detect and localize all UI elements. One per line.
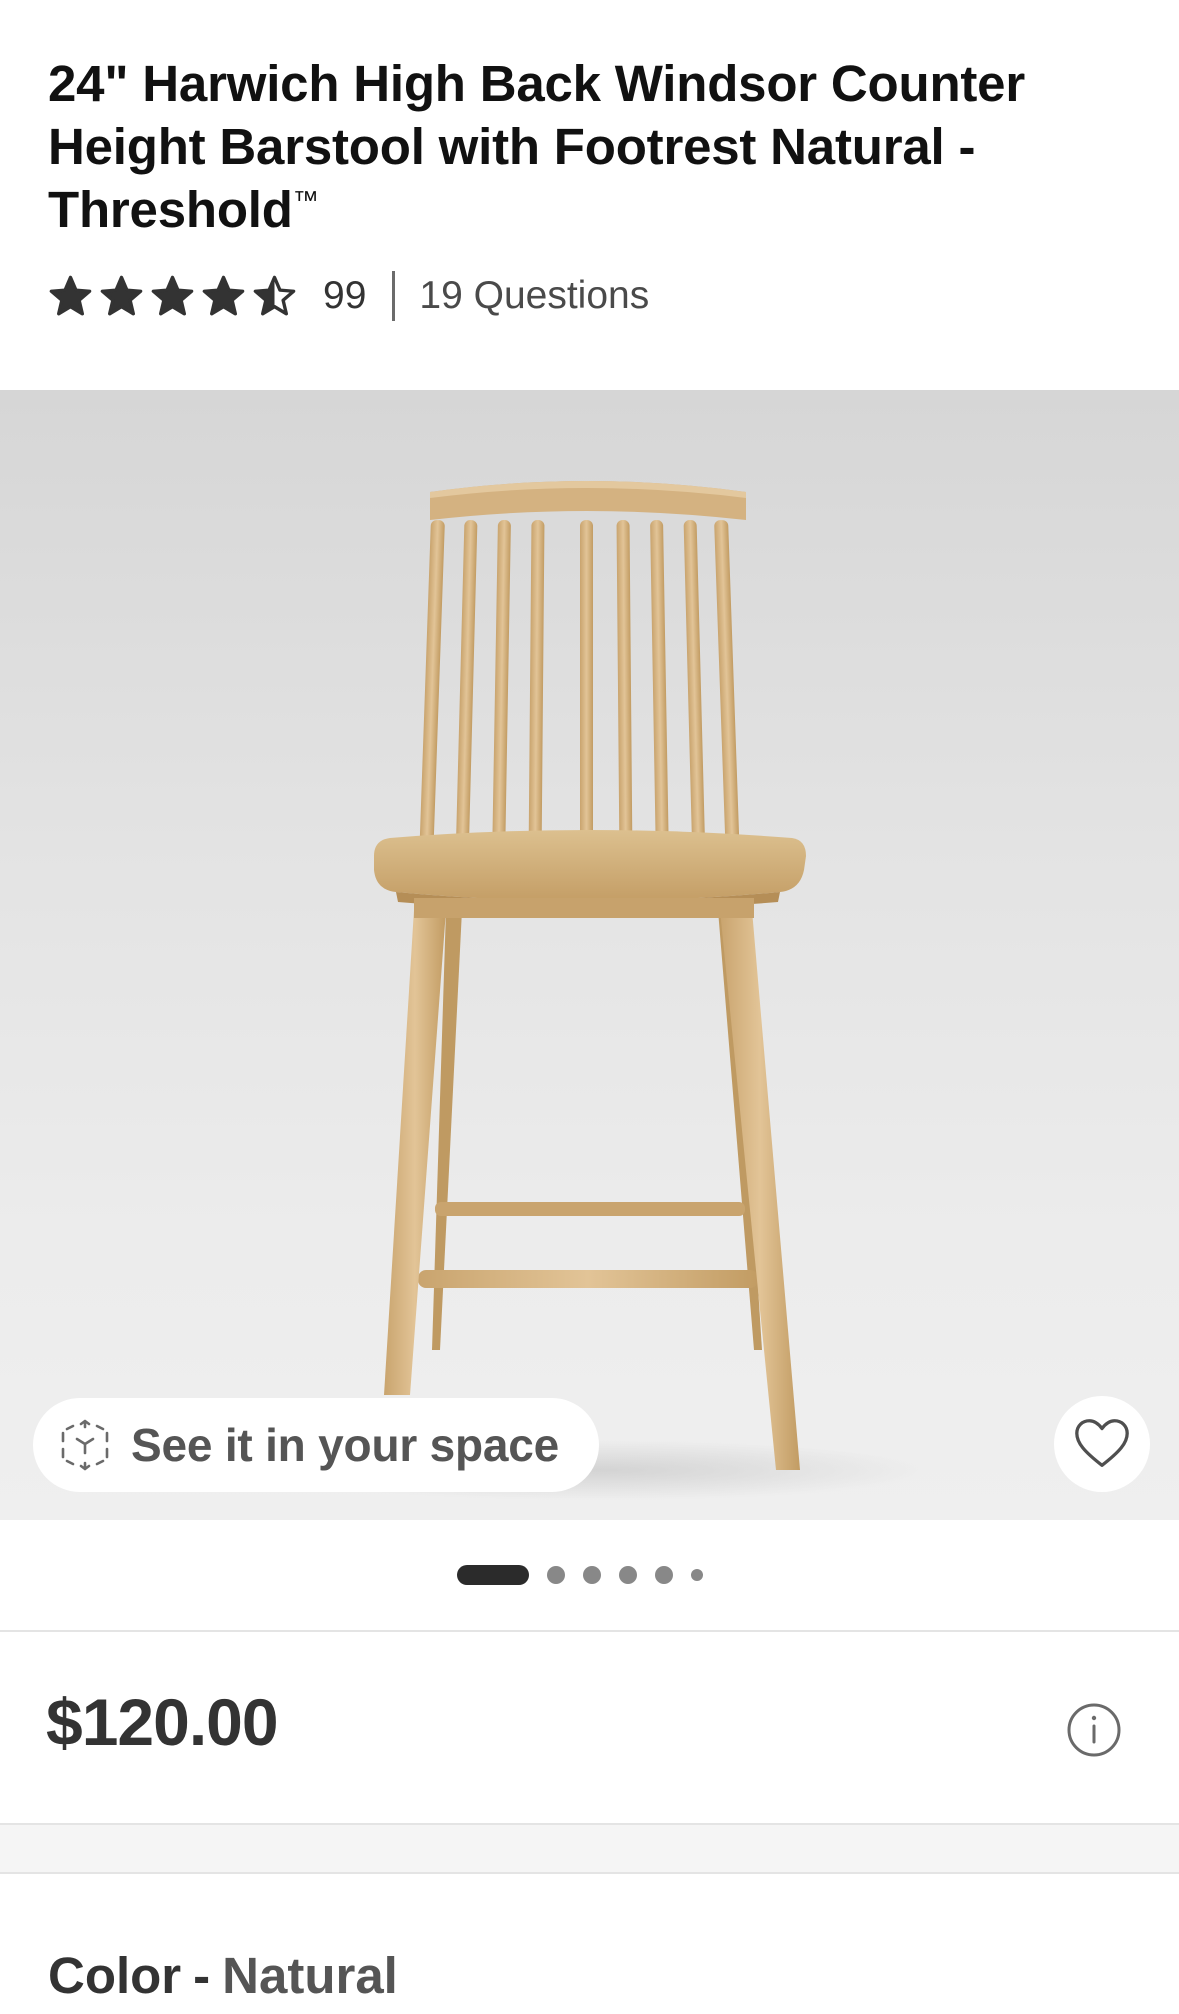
carousel-dot-5[interactable] <box>654 1566 673 1584</box>
product-title-text: 24" Harwich High Back Windsor Counter He… <box>48 55 1025 238</box>
carousel-dot-2[interactable] <box>546 1566 565 1584</box>
rating-divider <box>392 271 396 321</box>
color-variant-selector[interactable]: Color - Natural <box>48 1946 398 2005</box>
price-section: $120.00 <box>0 1632 1179 1824</box>
product-detail-page: 24" Harwich High Back Windsor Counter He… <box>0 0 1179 2014</box>
star-full-icon <box>49 275 92 315</box>
carousel-dot-3[interactable] <box>582 1566 601 1584</box>
star-full-icon <box>151 275 194 315</box>
rating-row: 99 19 Questions <box>48 268 649 324</box>
star-full-icon <box>202 275 245 315</box>
section-gap <box>0 1825 1179 1873</box>
product-title-block: 24" Harwich High Back Windsor Counter He… <box>48 52 1138 241</box>
review-count-link[interactable]: 99 <box>323 274 366 318</box>
price-info-button[interactable] <box>1066 1702 1122 1758</box>
variant-separator: - <box>193 1947 211 2004</box>
carousel-dot-4[interactable] <box>618 1566 637 1584</box>
product-title: 24" Harwich High Back Windsor Counter He… <box>48 52 1138 241</box>
questions-link[interactable]: 19 Questions <box>419 274 649 318</box>
favorite-button[interactable] <box>1054 1396 1150 1492</box>
star-rating[interactable] <box>48 274 297 319</box>
heart-outline-icon <box>1075 1419 1129 1467</box>
carousel-dot-1[interactable] <box>456 1565 529 1585</box>
star-full-icon <box>100 275 143 315</box>
product-image-barstool <box>270 481 930 1500</box>
variant-value: Natural <box>222 1947 398 2004</box>
see-it-in-your-space-button[interactable]: See it in your space <box>33 1398 599 1492</box>
star-half-icon <box>253 275 296 315</box>
see-it-in-your-space-label: See it in your space <box>131 1419 560 1471</box>
carousel-pagination <box>0 1560 1179 1590</box>
variant-label: Color <box>48 1947 182 2004</box>
product-price: $120.00 <box>46 1685 279 1759</box>
product-image-carousel[interactable] <box>0 390 1179 1520</box>
info-circle-icon <box>1067 1703 1121 1757</box>
carousel-dot-6[interactable] <box>690 1569 703 1581</box>
ar-cube-icon <box>61 1419 109 1471</box>
section-divider <box>0 1872 1179 1874</box>
trademark-symbol: ™ <box>292 185 319 215</box>
